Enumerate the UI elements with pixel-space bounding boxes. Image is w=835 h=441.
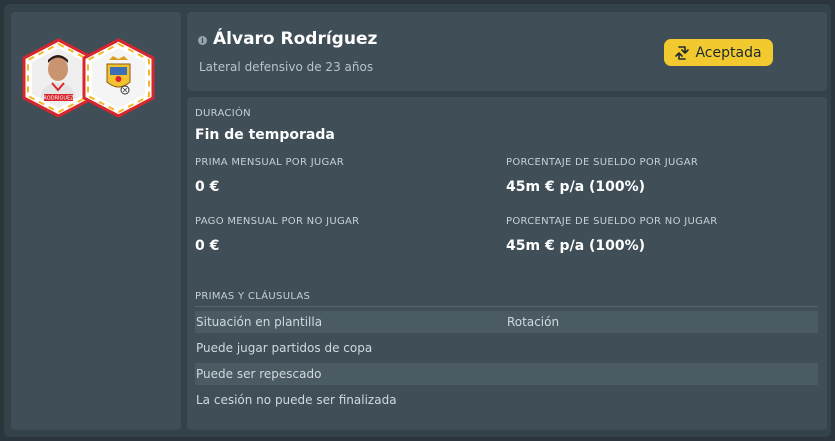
wage-noplay-value: 45m € p/a (100%) — [506, 238, 646, 254]
monthly-noplay-value: 0 € — [195, 238, 220, 254]
clause-label: Situación en plantilla — [196, 315, 323, 329]
wage-noplay-label: PORCENTAJE DE SUELDO POR NO JUGAR — [506, 216, 718, 227]
player-description: Lateral defensivo de 23 años — [199, 60, 374, 74]
clause-row: La cesión no puede ser finalizada — [195, 389, 818, 411]
player-name[interactable]: Álvaro Rodríguez — [213, 29, 377, 49]
clause-row: Puede ser repescado — [195, 363, 818, 385]
loan-arrows-icon — [675, 45, 690, 60]
monthly-play-value: 0 € — [195, 179, 220, 195]
player-header: i Álvaro Rodríguez Lateral defensivo de … — [187, 12, 827, 91]
duration-value: Fin de temporada — [195, 127, 335, 143]
club-crest-badge[interactable] — [81, 38, 156, 118]
clause-label: Puede ser repescado — [196, 367, 322, 381]
clause-value: Rotación — [507, 315, 560, 329]
duration-label: DURACIÓN — [195, 108, 251, 119]
info-icon[interactable]: i — [198, 36, 207, 45]
badges-panel: RODRÍGUEZ — [11, 12, 181, 430]
status-label: Aceptada — [695, 44, 762, 61]
clause-label: Puede jugar partidos de copa — [196, 341, 373, 355]
wage-play-label: PORCENTAJE DE SUELDO POR JUGAR — [506, 157, 699, 168]
clause-row: Situación en plantilla Rotación — [195, 311, 818, 333]
clauses-header: PRIMAS Y CLÁUSULAS — [195, 291, 311, 302]
wage-play-value: 45m € p/a (100%) — [506, 179, 646, 195]
clause-label: La cesión no puede ser finalizada — [196, 393, 397, 407]
shirt-name-label: RODRÍGUEZ — [43, 95, 74, 102]
monthly-play-label: PRIMA MENSUAL POR JUGAR — [195, 157, 344, 168]
badges-group: RODRÍGUEZ — [21, 38, 171, 118]
status-button[interactable]: Aceptada — [664, 39, 773, 66]
section-divider — [195, 306, 818, 307]
monthly-noplay-label: PAGO MENSUAL POR NO JUGAR — [195, 216, 360, 227]
clause-row: Puede jugar partidos de copa — [195, 337, 818, 359]
loan-details-panel: DURACIÓN Fin de temporada PRIMA MENSUAL … — [187, 97, 827, 430]
